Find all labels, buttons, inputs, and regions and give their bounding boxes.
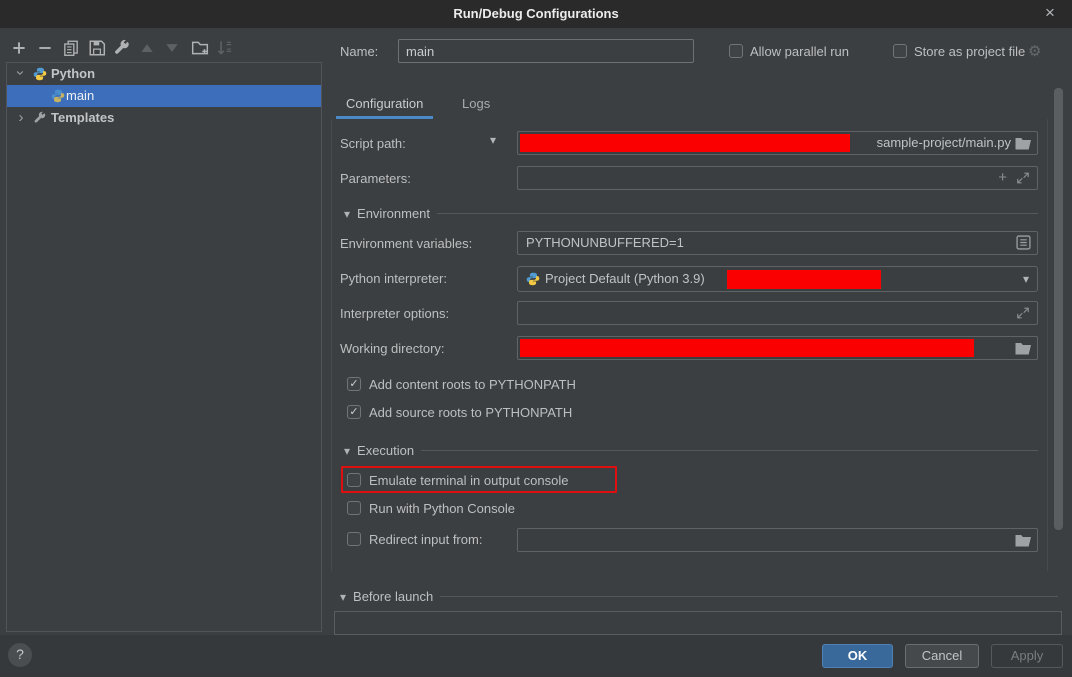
check-icon: ✓ xyxy=(349,406,358,418)
help-button[interactable]: ? xyxy=(8,643,32,667)
interpreter-options-field[interactable] xyxy=(517,301,1038,325)
emulate-terminal-label: Emulate terminal in output console xyxy=(369,473,568,488)
section-title: Environment xyxy=(357,206,430,221)
before-launch-section-header[interactable]: ▾ Before launch xyxy=(340,589,1058,604)
run-with-python-console-label: Run with Python Console xyxy=(369,501,515,516)
run-debug-configurations-dialog: Run/Debug Configurations × › Python xyxy=(0,0,1072,677)
chevron-right-icon[interactable]: › xyxy=(15,107,27,129)
pane-right-border xyxy=(1047,119,1048,571)
settings-gear-icon[interactable]: ⚙ xyxy=(1028,42,1041,60)
redaction-overlay xyxy=(520,134,850,152)
check-icon: ✓ xyxy=(349,378,358,390)
configurations-tree: › Python main › Templates xyxy=(6,62,322,632)
wrench-icon xyxy=(33,111,47,125)
tab-configuration[interactable]: Configuration xyxy=(336,92,433,119)
before-launch-task-list[interactable] xyxy=(334,611,1062,635)
remove-configuration-icon[interactable] xyxy=(36,39,54,57)
python-icon xyxy=(33,67,47,81)
copy-configuration-icon[interactable] xyxy=(62,39,80,57)
run-with-python-console-checkbox[interactable] xyxy=(347,501,361,515)
tree-item-label: main xyxy=(66,85,94,107)
folder-icon[interactable] xyxy=(1015,533,1032,547)
script-path-caret-icon[interactable]: ▾ xyxy=(490,133,496,147)
python-icon xyxy=(526,272,540,286)
environment-section-header[interactable]: ▾ Environment xyxy=(344,206,1038,221)
close-icon[interactable]: × xyxy=(1038,0,1062,28)
store-as-project-file-label: Store as project file xyxy=(914,44,1025,59)
combobox-caret-icon[interactable]: ▾ xyxy=(1023,272,1029,286)
expand-field-icon[interactable] xyxy=(1016,306,1030,320)
section-rule xyxy=(437,213,1038,214)
section-rule xyxy=(440,596,1058,597)
python-interpreter-value: Project Default (Python 3.9) xyxy=(545,271,705,286)
tree-item-templates[interactable]: › Templates xyxy=(7,107,321,129)
tree-item-python[interactable]: › Python xyxy=(7,63,321,85)
edit-variables-icon[interactable] xyxy=(1016,235,1031,250)
add-macro-icon[interactable]: + xyxy=(998,169,1007,186)
add-content-roots-label: Add content roots to PYTHONPATH xyxy=(369,377,576,392)
collapse-triangle-icon[interactable]: ▾ xyxy=(344,207,350,221)
folder-icon[interactable] xyxy=(1015,341,1032,355)
edit-templates-wrench-icon[interactable] xyxy=(113,39,131,57)
name-label: Name: xyxy=(340,44,378,59)
expand-field-icon[interactable] xyxy=(1016,171,1030,185)
python-interpreter-label: Python interpreter: xyxy=(340,271,447,286)
add-content-roots-checkbox[interactable]: ✓ xyxy=(347,377,361,391)
move-down-icon[interactable] xyxy=(163,39,181,57)
store-as-project-file-checkbox[interactable] xyxy=(893,44,907,58)
python-interpreter-combobox[interactable]: Project Default (Python 3.9) ▾ xyxy=(517,266,1038,292)
new-folder-icon[interactable] xyxy=(191,39,209,57)
parameters-label: Parameters: xyxy=(340,171,411,186)
redaction-overlay xyxy=(727,270,881,289)
environment-variables-label: Environment variables: xyxy=(340,236,472,251)
ok-button[interactable]: OK xyxy=(822,644,893,668)
collapse-triangle-icon[interactable]: ▾ xyxy=(344,444,350,458)
environment-variables-field[interactable]: PYTHONUNBUFFERED=1 xyxy=(517,231,1038,255)
sort-alphabetically-icon[interactable] xyxy=(216,39,234,57)
tree-item-main-selected[interactable]: main xyxy=(7,85,321,107)
emulate-terminal-checkbox[interactable] xyxy=(347,473,361,487)
allow-parallel-run-checkbox[interactable] xyxy=(729,44,743,58)
apply-button[interactable]: Apply xyxy=(991,644,1063,668)
allow-parallel-run-label: Allow parallel run xyxy=(750,44,849,59)
section-title: Before launch xyxy=(353,589,433,604)
save-configuration-icon[interactable] xyxy=(88,39,106,57)
working-directory-field[interactable] xyxy=(517,336,1038,360)
working-directory-label: Working directory: xyxy=(340,341,445,356)
tab-logs[interactable]: Logs xyxy=(452,92,500,119)
folder-icon[interactable] xyxy=(1015,136,1032,150)
chevron-down-icon[interactable]: › xyxy=(9,67,31,79)
collapse-triangle-icon[interactable]: ▾ xyxy=(340,590,346,604)
section-title: Execution xyxy=(357,443,414,458)
execution-section-header[interactable]: ▾ Execution xyxy=(344,443,1038,458)
script-path-label: Script path: xyxy=(340,136,406,151)
pane-left-border xyxy=(331,119,332,571)
move-up-icon[interactable] xyxy=(138,39,156,57)
section-rule xyxy=(421,450,1038,451)
add-source-roots-label: Add source roots to PYTHONPATH xyxy=(369,405,572,420)
vertical-scrollbar[interactable] xyxy=(1054,88,1063,530)
title-bar: Run/Debug Configurations × xyxy=(0,0,1072,28)
script-path-value: sample-project/main.py xyxy=(877,135,1011,150)
redirect-input-checkbox[interactable] xyxy=(347,532,361,546)
redaction-overlay xyxy=(520,339,974,357)
tree-item-label: Python xyxy=(51,63,95,85)
parameters-field[interactable]: + xyxy=(517,166,1038,190)
tree-item-label: Templates xyxy=(51,107,114,129)
interpreter-options-label: Interpreter options: xyxy=(340,306,449,321)
script-path-field[interactable]: sample-project/main.py xyxy=(517,131,1038,155)
python-icon xyxy=(51,89,65,103)
name-input[interactable] xyxy=(398,39,694,63)
redirect-input-field[interactable] xyxy=(517,528,1038,552)
environment-variables-value: PYTHONUNBUFFERED=1 xyxy=(526,235,684,250)
dialog-title: Run/Debug Configurations xyxy=(0,0,1072,28)
cancel-button[interactable]: Cancel xyxy=(905,644,979,668)
redirect-input-label: Redirect input from: xyxy=(369,532,482,547)
add-source-roots-checkbox[interactable]: ✓ xyxy=(347,405,361,419)
add-configuration-icon[interactable] xyxy=(10,39,28,57)
